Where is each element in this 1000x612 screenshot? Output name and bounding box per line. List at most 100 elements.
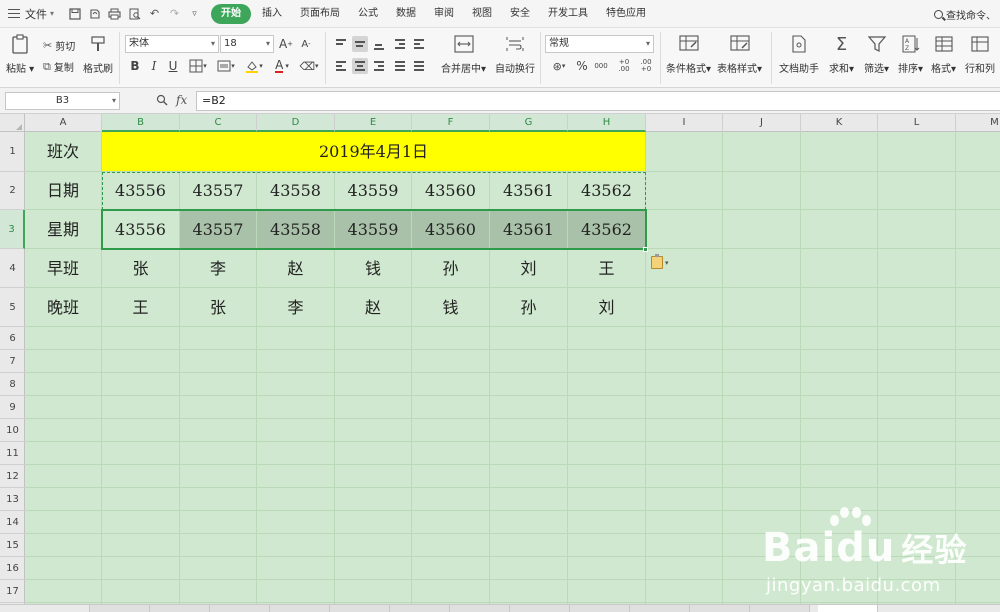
row-header-17[interactable]: 17 bbox=[0, 580, 25, 603]
sum-button[interactable]: Σ 求和▾ bbox=[829, 34, 854, 76]
cell-a2[interactable]: 日期 bbox=[25, 172, 102, 210]
merge-center-button[interactable]: 合并居中▾ bbox=[441, 34, 486, 75]
name-box[interactable]: B3 bbox=[5, 92, 120, 110]
conditional-format-button[interactable]: 条件格式▾ bbox=[666, 34, 711, 75]
paste-button[interactable]: 粘贴 ▾ bbox=[6, 34, 34, 75]
column-header-m[interactable]: M bbox=[956, 114, 1000, 132]
tab-insert[interactable]: 插入 bbox=[253, 4, 291, 24]
sheet-tab[interactable] bbox=[270, 605, 330, 612]
command-search[interactable]: 查找命令、 bbox=[934, 0, 996, 28]
number-format-select[interactable]: 常规 bbox=[545, 35, 654, 53]
cell-e2[interactable]: 43559 bbox=[335, 172, 412, 210]
sort-button[interactable]: AZ 排序▾ bbox=[898, 34, 923, 75]
add-sheet-button[interactable] bbox=[878, 605, 918, 612]
sheet-tab[interactable] bbox=[150, 605, 210, 612]
column-header-a[interactable]: A bbox=[25, 114, 102, 132]
column-header-c[interactable]: C bbox=[180, 114, 257, 132]
font-name-select[interactable]: 宋体 bbox=[125, 35, 219, 53]
row-header-16[interactable]: 16 bbox=[0, 557, 25, 580]
sheet-tab-active[interactable] bbox=[818, 605, 878, 612]
cell-c2[interactable]: 43557 bbox=[180, 172, 257, 210]
cell-style-button[interactable]: ▾ bbox=[214, 58, 238, 74]
export-pdf-icon[interactable] bbox=[86, 5, 103, 22]
print-preview-icon[interactable] bbox=[126, 5, 143, 22]
zoom-formula-icon[interactable] bbox=[156, 94, 168, 109]
cell-c4[interactable]: 李 bbox=[180, 249, 257, 288]
cell-g4[interactable]: 刘 bbox=[490, 249, 568, 288]
cell-c5[interactable]: 张 bbox=[180, 288, 257, 327]
cell-h4[interactable]: 王 bbox=[568, 249, 646, 288]
sheet-tab[interactable] bbox=[90, 605, 150, 612]
cell-g2[interactable]: 43561 bbox=[490, 172, 568, 210]
cell-a4[interactable]: 早班 bbox=[25, 249, 102, 288]
italic-button[interactable]: I bbox=[146, 58, 162, 74]
save-icon[interactable] bbox=[66, 5, 83, 22]
table-style-button[interactable]: 表格样式▾ bbox=[717, 34, 762, 75]
sheet-tab[interactable] bbox=[690, 605, 750, 612]
cell-h5[interactable]: 刘 bbox=[568, 288, 646, 327]
sheet-tab[interactable] bbox=[450, 605, 510, 612]
row-header-7[interactable]: 7 bbox=[0, 350, 25, 373]
copy-button[interactable]: ⧉ 复制 bbox=[43, 59, 74, 75]
borders-button[interactable]: ▾ bbox=[186, 58, 210, 74]
sheet-tab[interactable] bbox=[390, 605, 450, 612]
row-col-button[interactable]: 行和列 bbox=[965, 34, 995, 75]
column-header-l[interactable]: L bbox=[878, 114, 956, 132]
tab-home[interactable]: 开始 bbox=[211, 3, 252, 24]
row-header-4[interactable]: 4 bbox=[0, 249, 25, 288]
cell-f3[interactable]: 43560 bbox=[412, 210, 490, 249]
tab-data[interactable]: 数据 bbox=[387, 4, 425, 24]
cell-a5[interactable]: 晚班 bbox=[25, 288, 102, 327]
decrease-font-icon[interactable]: A- bbox=[298, 36, 314, 52]
increase-font-icon[interactable]: A + bbox=[278, 36, 294, 52]
column-header-j[interactable]: J bbox=[723, 114, 801, 132]
format-painter-button[interactable]: 格式刷 bbox=[83, 34, 113, 75]
sheet-nav-arrows[interactable] bbox=[0, 605, 90, 612]
cell-a1[interactable]: 班次 bbox=[25, 132, 102, 172]
select-all-corner[interactable] bbox=[0, 114, 25, 132]
percent-button[interactable]: % bbox=[574, 58, 590, 74]
column-header-g[interactable]: G bbox=[490, 114, 568, 132]
cell-d5[interactable]: 李 bbox=[257, 288, 335, 327]
tab-view[interactable]: 视图 bbox=[463, 4, 501, 24]
tab-formulas[interactable]: 公式 bbox=[349, 4, 387, 24]
align-center-button[interactable] bbox=[352, 58, 368, 74]
justify-button[interactable] bbox=[392, 58, 408, 74]
increase-indent-button[interactable] bbox=[411, 36, 427, 52]
row-header-3[interactable]: 3 bbox=[0, 210, 25, 249]
font-color-button[interactable]: A ▾ bbox=[270, 58, 294, 74]
cell-g3[interactable]: 43561 bbox=[490, 210, 568, 249]
customize-toolbar-icon[interactable]: ▿ bbox=[186, 5, 203, 22]
row-header-11[interactable]: 11 bbox=[0, 442, 25, 465]
cell-h2[interactable]: 43562 bbox=[568, 172, 646, 210]
undo-icon[interactable]: ↶ bbox=[146, 5, 163, 22]
cell-f2[interactable]: 43560 bbox=[412, 172, 490, 210]
cell-b4[interactable]: 张 bbox=[102, 249, 180, 288]
column-header-i[interactable]: I bbox=[646, 114, 723, 132]
row-header-13[interactable]: 13 bbox=[0, 488, 25, 511]
cut-button[interactable]: ✂ 剪切 bbox=[43, 38, 75, 53]
cell-b5[interactable]: 王 bbox=[102, 288, 180, 327]
thousands-separator-button[interactable]: 000 bbox=[592, 58, 610, 74]
paste-options-button[interactable]: ▾ bbox=[651, 254, 669, 269]
row-header-1[interactable]: 1 bbox=[0, 132, 25, 172]
cell-h3[interactable]: 43562 bbox=[568, 210, 646, 249]
row-header-14[interactable]: 14 bbox=[0, 511, 25, 534]
cell-e5[interactable]: 赵 bbox=[335, 288, 412, 327]
cell-d3[interactable]: 43558 bbox=[257, 210, 335, 249]
cell-b1-merged-title[interactable]: 2019年4月1日 bbox=[102, 132, 646, 172]
column-header-f[interactable]: F bbox=[412, 114, 490, 132]
font-size-select[interactable]: 18 bbox=[220, 35, 274, 53]
cell-d2[interactable]: 43558 bbox=[257, 172, 335, 210]
fill-color-button[interactable]: ▾ bbox=[242, 58, 266, 74]
row-header-15[interactable]: 15 bbox=[0, 534, 25, 557]
sheet-tab[interactable] bbox=[570, 605, 630, 612]
filter-button[interactable]: 筛选▾ bbox=[864, 34, 889, 75]
column-header-e[interactable]: E bbox=[335, 114, 412, 132]
cell-f5[interactable]: 钱 bbox=[412, 288, 490, 327]
format-button[interactable]: 格式▾ bbox=[931, 34, 956, 75]
distributed-button[interactable] bbox=[411, 58, 427, 74]
wrap-text-button[interactable]: 自动换行 bbox=[495, 34, 535, 75]
cell-f4[interactable]: 孙 bbox=[412, 249, 490, 288]
cell-g5[interactable]: 孙 bbox=[490, 288, 568, 327]
